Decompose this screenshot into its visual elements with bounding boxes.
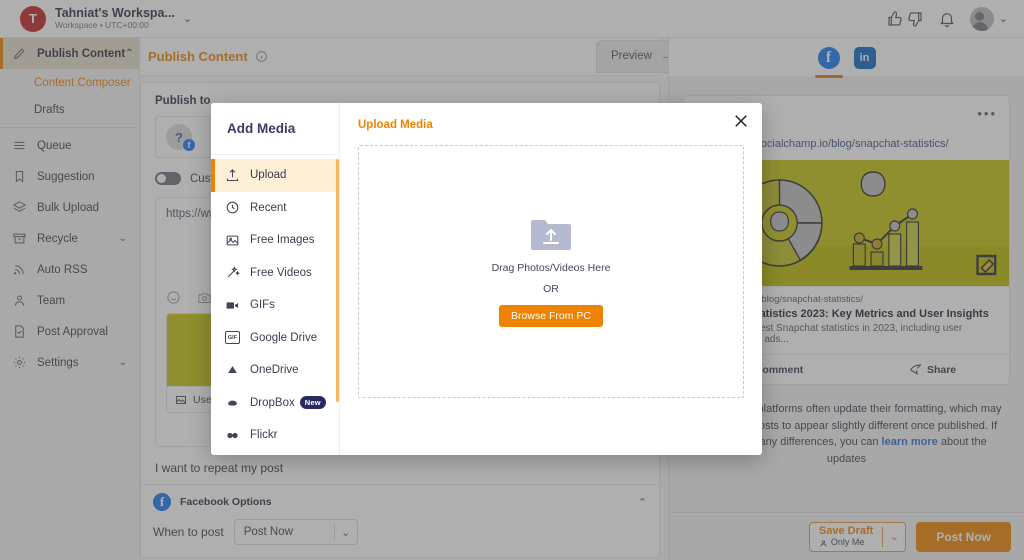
- upload-dropzone[interactable]: Drag Photos/Videos Here OR Browse From P…: [358, 145, 744, 398]
- modal-source-list: Upload Recent Free Images Free Videos GI…: [211, 155, 339, 452]
- modal-label-google-drive: Google Drive: [250, 331, 318, 344]
- new-badge: New: [299, 396, 326, 410]
- modal-content: Upload Media Drag Photos/Videos Here OR …: [340, 103, 762, 455]
- close-icon[interactable]: [732, 112, 750, 130]
- modal-item-dropbox[interactable]: DropBox New: [211, 387, 339, 420]
- modal-item-google-drive[interactable]: GIF Google Drive: [211, 322, 339, 355]
- modal-item-free-images[interactable]: Free Images: [211, 224, 339, 257]
- modal-label-onedrive: OneDrive: [250, 364, 299, 377]
- modal-label-dropbox: DropBox: [250, 396, 295, 409]
- modal-label-free-images: Free Images: [250, 234, 315, 247]
- modal-label-free-videos: Free Videos: [250, 266, 312, 279]
- browse-from-pc-button[interactable]: Browse From PC: [499, 305, 603, 327]
- modal-label-recent: Recent: [250, 201, 287, 214]
- modal-item-free-videos[interactable]: Free Videos: [211, 257, 339, 290]
- modal-label-upload: Upload: [250, 169, 287, 182]
- modal-title: Add Media: [211, 103, 339, 155]
- dropbox-icon: [228, 400, 237, 406]
- modal-label-gifs: GIFs: [250, 299, 275, 312]
- gif-box-icon: GIF: [225, 331, 240, 345]
- magic-wand-icon: [227, 266, 240, 278]
- modal-item-flickr[interactable]: Flickr: [211, 419, 339, 452]
- modal-sidebar: Add Media Upload Recent Free Images Free…: [211, 103, 340, 455]
- image-icon: [226, 235, 239, 246]
- modal-item-upload[interactable]: Upload: [211, 159, 339, 192]
- upload-folder-icon: [531, 220, 571, 250]
- modal-item-recent[interactable]: Recent: [211, 192, 339, 225]
- flickr-icon: [227, 432, 238, 438]
- modal-item-onedrive[interactable]: OneDrive: [211, 354, 339, 387]
- add-media-modal: Add Media Upload Recent Free Images Free…: [211, 103, 762, 455]
- dropzone-text: Drag Photos/Videos Here: [491, 262, 611, 274]
- modal-sidebar-scrollbar[interactable]: [336, 159, 339, 402]
- video-camera-icon: [226, 302, 239, 309]
- clock-icon: [226, 201, 239, 214]
- upload-icon: [226, 168, 239, 181]
- app-root: T Tahniat's Workspa... Workspace • UTC+0…: [0, 0, 1024, 560]
- onedrive-icon: [228, 365, 237, 373]
- modal-item-gifs[interactable]: GIFs: [211, 289, 339, 322]
- upload-media-title: Upload Media: [358, 119, 433, 131]
- dropzone-or: OR: [543, 283, 559, 295]
- modal-label-flickr: Flickr: [250, 429, 278, 442]
